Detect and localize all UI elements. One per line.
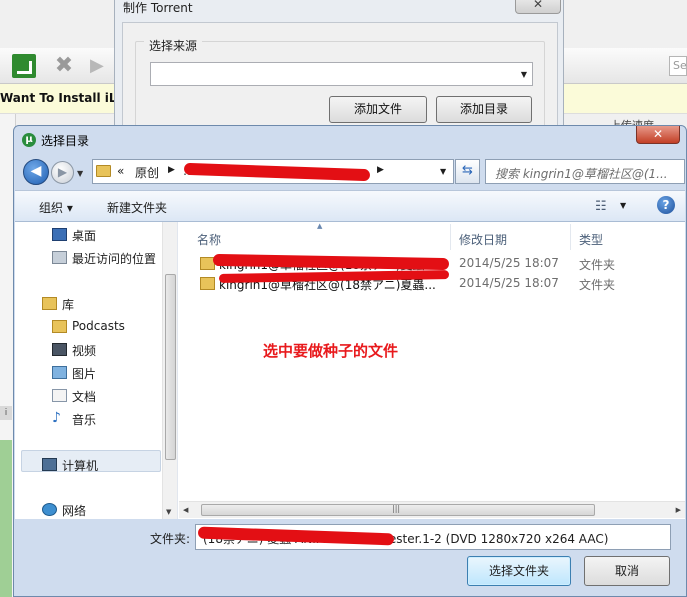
address-dropdown-icon[interactable]: ▼ bbox=[440, 167, 446, 176]
torrent-dialog-title: 制作 Torrent bbox=[123, 1, 193, 15]
cancel-button[interactable]: 取消 bbox=[584, 556, 670, 586]
select-folder-dialog: µ 选择目录 ✕ ◀ ▶ ▼ « 原创 ▶ … ▶ ▼ ⇆ 搜索 kingrin… bbox=[13, 125, 687, 597]
nav-item-network[interactable]: 网络 bbox=[15, 499, 161, 521]
desktop-icon bbox=[52, 228, 67, 241]
music-icon: ♪ bbox=[52, 411, 67, 425]
folder-icon bbox=[52, 320, 67, 333]
view-options-icon[interactable]: ☷ bbox=[595, 199, 607, 214]
nav-item-videos[interactable]: 视频 bbox=[15, 339, 161, 361]
address-crumb-original[interactable]: 原创 bbox=[135, 164, 159, 181]
start-icon[interactable]: ▶ bbox=[90, 54, 114, 78]
nav-item-desktop[interactable]: 桌面 bbox=[15, 224, 161, 246]
refresh-button[interactable]: ⇆ bbox=[455, 159, 480, 184]
folder-icon bbox=[96, 165, 111, 177]
content-area: 桌面 最近访问的位置 库 Podcasts 视频 图片 文档 ♪ 音乐 计算机 … bbox=[15, 222, 685, 519]
recent-places-icon bbox=[52, 251, 67, 264]
chevron-right-icon[interactable]: ▶ bbox=[377, 165, 384, 175]
recent-pages-icon[interactable]: ▼ bbox=[77, 169, 83, 178]
nav-item-recent-places[interactable]: 最近访问的位置 bbox=[15, 247, 161, 269]
folder-field-label: 文件夹: bbox=[150, 532, 191, 546]
horizontal-scrollbar-thumb[interactable]: ||| bbox=[201, 504, 595, 516]
dialog-title: 选择目录 bbox=[41, 134, 90, 148]
back-button[interactable]: ◀ bbox=[23, 159, 49, 185]
folder-icon bbox=[200, 277, 215, 290]
select-folder-button[interactable]: 选择文件夹 bbox=[467, 556, 571, 586]
help-icon[interactable]: ? bbox=[657, 196, 675, 214]
column-divider[interactable] bbox=[450, 224, 451, 250]
dialog-titlebar[interactable]: µ 选择目录 ✕ bbox=[14, 126, 686, 152]
chevron-down-icon[interactable]: ▼ bbox=[521, 70, 527, 79]
search-input[interactable]: 搜索 kingrin1@草榴社区@(1... bbox=[485, 159, 685, 184]
torrent-close-button[interactable]: ✕ bbox=[515, 0, 561, 14]
video-icon bbox=[52, 343, 67, 356]
network-icon bbox=[42, 503, 57, 516]
nav-item-documents[interactable]: 文档 bbox=[15, 385, 161, 407]
file-list: ▲ 名称 修改日期 类型 kingrin1@草榴社区@(18禁アニ)夏蟲... … bbox=[179, 222, 685, 519]
utorrent-icon: µ bbox=[22, 133, 36, 147]
source-combo[interactable]: ▼ bbox=[150, 62, 533, 86]
column-divider[interactable] bbox=[570, 224, 571, 250]
nav-item-pictures[interactable]: 图片 bbox=[15, 362, 161, 384]
column-header-date[interactable]: 修改日期 bbox=[459, 231, 507, 248]
documents-icon bbox=[52, 389, 67, 402]
sort-ascending-icon: ▲ bbox=[317, 222, 323, 230]
add-torrent-icon[interactable] bbox=[12, 54, 36, 78]
address-overflow[interactable]: « bbox=[117, 164, 124, 178]
torrent-dialog-body: 选择来源 ▼ 添加文件 添加目录 bbox=[122, 22, 558, 141]
organize-button[interactable]: 组织 ▾ bbox=[39, 199, 73, 216]
column-header-type[interactable]: 类型 bbox=[579, 231, 603, 248]
instruction-annotation: 选中要做种子的文件 bbox=[263, 342, 399, 360]
chevron-right-icon[interactable]: ▶ bbox=[168, 165, 175, 175]
nav-item-computer[interactable]: 计算机 bbox=[15, 454, 161, 476]
new-folder-button[interactable]: 新建文件夹 bbox=[107, 199, 167, 216]
chevron-down-icon[interactable]: ▼ bbox=[620, 201, 626, 210]
background-status-strip bbox=[0, 440, 12, 597]
nav-scrollbar[interactable]: ▼ bbox=[162, 222, 177, 519]
nav-item-podcasts[interactable]: Podcasts bbox=[15, 316, 161, 338]
computer-icon bbox=[42, 458, 57, 471]
make-torrent-dialog: 制作 Torrent ✕ 选择来源 ▼ 添加文件 添加目录 bbox=[114, 0, 564, 141]
add-directory-button[interactable]: 添加目录 bbox=[436, 96, 532, 123]
command-bar: 组织 ▾ 新建文件夹 ☷ ▼ ? bbox=[15, 190, 685, 222]
nav-item-music[interactable]: ♪ 音乐 bbox=[15, 408, 161, 430]
nav-scrollbar-thumb[interactable] bbox=[165, 274, 176, 460]
navigation-pane: 桌面 最近访问的位置 库 Podcasts 视频 图片 文档 ♪ 音乐 计算机 … bbox=[15, 222, 178, 519]
forward-button[interactable]: ▶ bbox=[51, 161, 74, 184]
remove-icon[interactable]: ✖ bbox=[52, 54, 76, 78]
pictures-icon bbox=[52, 366, 67, 379]
banner-text: Want To Install iLi bbox=[0, 91, 121, 105]
scroll-grip-icon: ||| bbox=[392, 504, 401, 513]
background-search-input[interactable]: Se bbox=[669, 56, 687, 76]
scroll-left-icon[interactable]: ◀ bbox=[183, 506, 188, 514]
scroll-down-icon[interactable]: ▼ bbox=[166, 508, 171, 516]
info-icon: i bbox=[0, 406, 12, 420]
horizontal-scrollbar[interactable]: ◀ ||| ▶ bbox=[179, 501, 685, 518]
add-file-button[interactable]: 添加文件 bbox=[329, 96, 427, 123]
scroll-right-icon[interactable]: ▶ bbox=[676, 506, 681, 514]
dialog-close-button[interactable]: ✕ bbox=[636, 126, 680, 144]
column-header-name[interactable]: 名称 bbox=[197, 231, 221, 248]
source-group-label: 选择来源 bbox=[144, 37, 203, 54]
nav-item-libraries[interactable]: 库 bbox=[15, 293, 161, 315]
library-icon bbox=[42, 297, 57, 310]
